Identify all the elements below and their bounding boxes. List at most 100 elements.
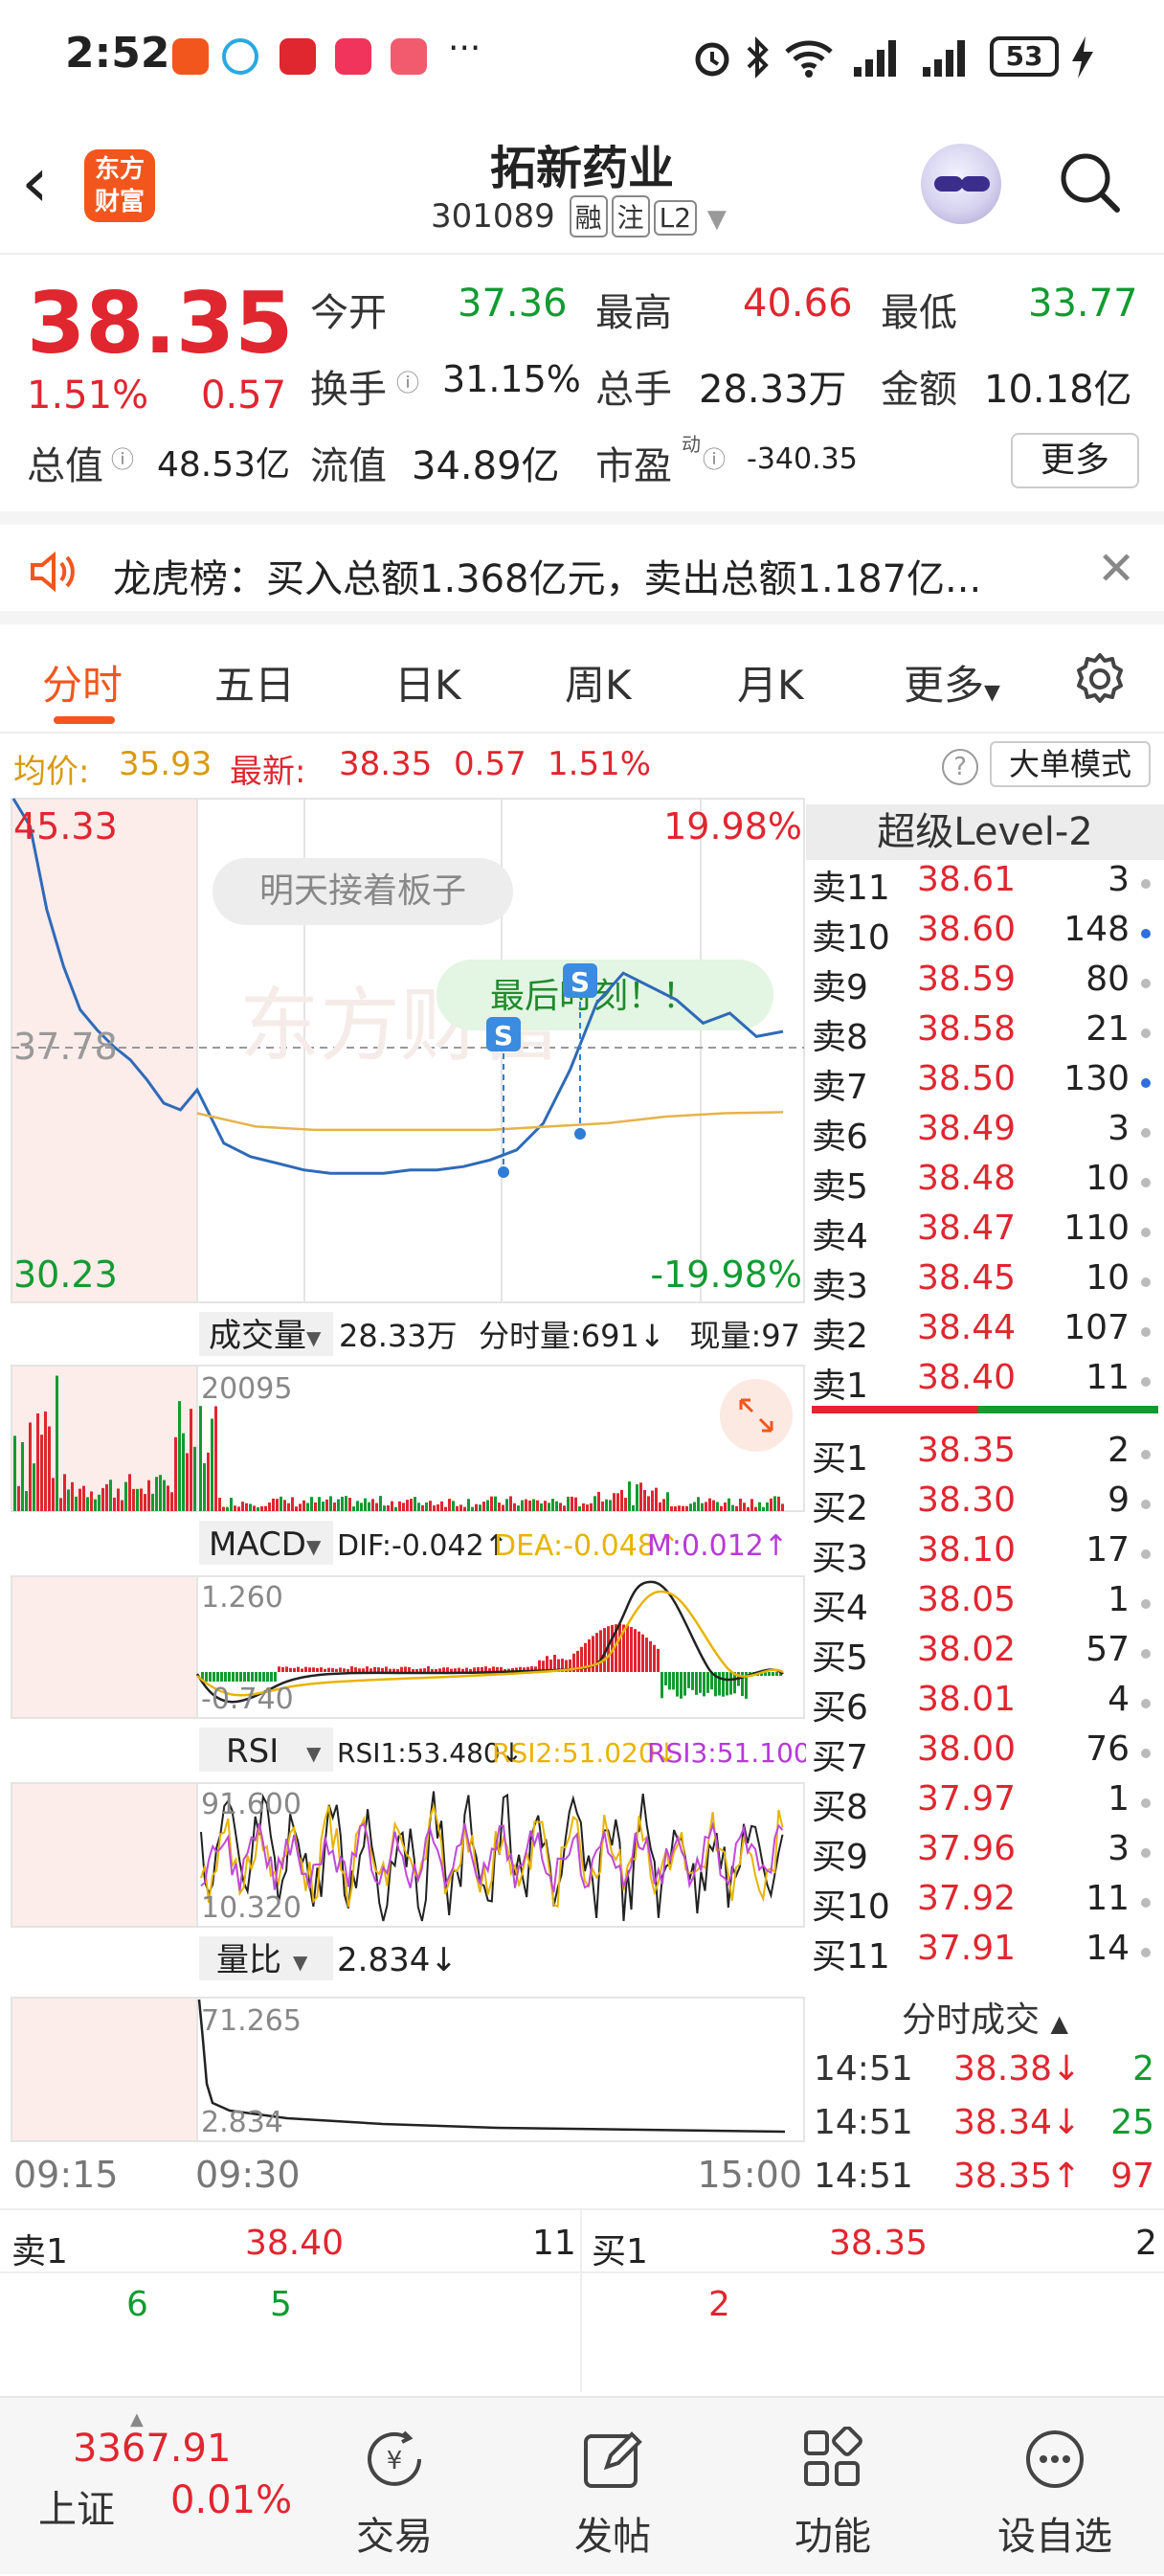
ask-row[interactable]: 卖4 38.47 110	[812, 1209, 1156, 1258]
bid-row[interactable]: 买1 38.35 2	[812, 1431, 1156, 1480]
ask-row[interactable]: 卖1 38.40 11	[812, 1358, 1156, 1408]
volume-ratio-label[interactable]: 量比	[216, 1941, 281, 1979]
dragon-tiger-banner[interactable]: 龙虎榜：买入总额1.368亿元，卖出总额1.187亿... ✕	[0, 511, 1164, 624]
macd-bar	[385, 1666, 388, 1672]
order-dot-icon	[1141, 1699, 1151, 1708]
status-bar: 2:52 ··· 53	[0, 0, 1164, 115]
bid-volume: 1	[1108, 1580, 1130, 1619]
bid-row[interactable]: 买9 37.96 3	[812, 1829, 1156, 1879]
bid-row[interactable]: 买5 38.02 57	[812, 1630, 1156, 1680]
rsi-indicator-label[interactable]: RSI	[226, 1732, 279, 1771]
trades-header[interactable]: 分时成交 ▲	[806, 1992, 1164, 2040]
tab-more[interactable]: 更多▼	[904, 653, 1000, 712]
avg-price-value: 35.93	[119, 745, 213, 783]
volume-bar	[387, 1504, 390, 1511]
ask-row[interactable]: 卖7 38.50 130	[812, 1059, 1156, 1109]
ask-row[interactable]: 卖8 38.58 21	[812, 1009, 1156, 1059]
ask-row[interactable]: 卖6 38.49 3	[812, 1109, 1156, 1159]
time-axis-end: 15:00	[697, 2154, 802, 2196]
latest-change: 0.57	[454, 745, 526, 783]
settings-gear-icon[interactable]	[1072, 651, 1128, 707]
trade-row: 14:51 38.38↓ 2	[814, 2049, 1158, 2097]
best-ask-label: 卖1	[11, 2232, 68, 2271]
bid-ask-ratio-bar	[812, 1406, 1158, 1413]
tab-five-day[interactable]: 五日	[214, 653, 295, 712]
more-button[interactable]: 更多	[1011, 433, 1139, 488]
help-icon[interactable]: ?	[942, 749, 978, 785]
intraday-chart[interactable]: 东方财富 明天接着板子 最后时刻！！ S S 45.33 37.78 30.23…	[0, 795, 806, 2210]
macd-bar	[465, 1667, 468, 1672]
volume-bar	[620, 1489, 623, 1511]
bid-row[interactable]: 买2 38.30 9	[812, 1480, 1156, 1530]
low-value: 33.77	[1028, 282, 1138, 326]
ask-row[interactable]: 卖10 38.60 148	[812, 910, 1156, 960]
volume-bar	[444, 1506, 447, 1511]
volume-bar	[234, 1505, 236, 1511]
search-icon[interactable]	[1057, 149, 1122, 215]
volume-bar	[203, 1462, 206, 1511]
sell-marker-2[interactable]: S	[563, 963, 597, 1140]
macd-indicator-label[interactable]: MACD	[209, 1525, 306, 1564]
sell-marker-1[interactable]: S	[486, 1017, 521, 1178]
macd-bar	[454, 1668, 457, 1672]
nav-trade[interactable]: ¥ 交易	[318, 2398, 471, 2576]
close-icon[interactable]: ✕	[1097, 542, 1135, 596]
nav-functions[interactable]: 功能	[756, 2398, 909, 2576]
order-dot-icon	[1141, 1178, 1151, 1187]
tab-monthly-k[interactable]: 月K	[737, 653, 804, 712]
trade-row: 14:51 38.34↓ 25	[814, 2103, 1158, 2151]
bid-price: 38.30	[917, 1480, 1017, 1520]
margin-tag: 融	[569, 195, 608, 237]
info-icon[interactable]: ⓘ	[396, 364, 419, 397]
volume-bar	[429, 1501, 432, 1511]
best-ask-price: 38.40	[245, 2224, 345, 2263]
volume-bar	[502, 1504, 504, 1511]
nav-add-watchlist[interactable]: 设自选	[978, 2398, 1131, 2576]
tab-intraday[interactable]: 分时	[42, 653, 123, 712]
bid-row[interactable]: 买8 37.97 1	[812, 1779, 1156, 1829]
volume-header: 成交量 ▼ 28.33万 分时量:691↓ 现量:97	[199, 1312, 800, 1356]
volume-bar	[647, 1496, 650, 1511]
nav-post[interactable]: 发帖	[536, 2398, 689, 2576]
bubble-comment-1[interactable]: 明天接着板子	[213, 858, 513, 925]
macd-bar	[251, 1672, 254, 1682]
info-icon[interactable]: ⓘ	[703, 441, 726, 474]
chevron-down-icon[interactable]: ▼	[707, 205, 727, 234]
bid-row[interactable]: 买11 37.91 14	[812, 1929, 1156, 1978]
volume-bar	[609, 1500, 612, 1511]
macd-bar	[680, 1672, 683, 1699]
bid-row[interactable]: 买3 38.10 17	[812, 1530, 1156, 1580]
ask-row[interactable]: 卖5 38.48 10	[812, 1159, 1156, 1209]
pe-superscript: 动	[682, 433, 701, 456]
volume-indicator-label[interactable]: 成交量	[209, 1317, 306, 1355]
big-order-mode-button[interactable]: 大单模式	[990, 741, 1151, 787]
ask-row[interactable]: 卖11 38.61 3	[812, 860, 1156, 910]
bid-row[interactable]: 买6 38.01 4	[812, 1680, 1156, 1729]
volume-bar	[287, 1503, 290, 1511]
tab-weekly-k[interactable]: 周K	[565, 653, 632, 712]
bid-level-label: 买9	[812, 1838, 868, 1877]
macd-bar	[438, 1668, 441, 1672]
volume-bar	[337, 1499, 340, 1511]
bottom-nav: ▲ 3367.91 上证 0.01% ¥ 交易 发帖 功能 设自选	[0, 2396, 1164, 2574]
bid-row[interactable]: 买10 37.92 11	[812, 1879, 1156, 1929]
assistant-robot-icon[interactable]	[921, 144, 1001, 224]
volume-bar	[268, 1503, 271, 1511]
ask-row[interactable]: 卖2 38.44 107	[812, 1308, 1156, 1358]
trade-price: 38.35↑	[953, 2157, 1082, 2196]
bid-volume: 1	[1108, 1779, 1130, 1819]
ask-row[interactable]: 卖3 38.45 10	[812, 1258, 1156, 1308]
expand-chart-icon[interactable]	[720, 1379, 793, 1452]
info-icon[interactable]: ⓘ	[111, 441, 134, 474]
level2-title[interactable]: 超级Level-2	[806, 804, 1164, 860]
charging-icon	[1072, 36, 1093, 79]
tab-daily-k[interactable]: 日K	[394, 653, 461, 712]
bid-row[interactable]: 买4 38.05 1	[812, 1580, 1156, 1630]
latest-pct: 1.51%	[548, 745, 652, 783]
ask-row[interactable]: 卖9 38.59 80	[812, 960, 1156, 1009]
bid-row[interactable]: 买7 38.00 76	[812, 1729, 1156, 1779]
volume-bar	[105, 1483, 108, 1511]
rsi-axis-top: 91.600	[201, 1788, 302, 1821]
index-ticker[interactable]: ▲ 3367.91 上证 0.01%	[0, 2398, 292, 2576]
volume-bar	[29, 1422, 32, 1511]
